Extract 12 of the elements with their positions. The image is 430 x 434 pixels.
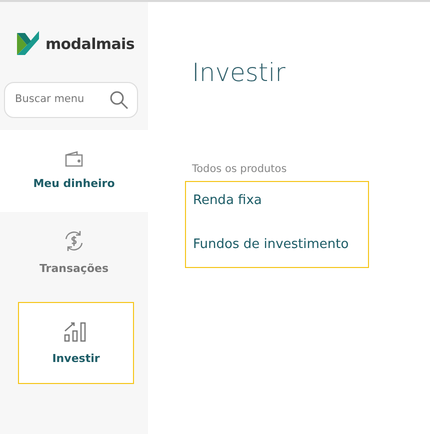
search-input[interactable]: Buscar menu (13, 91, 97, 109)
search-field[interactable]: Buscar menu (4, 82, 138, 118)
product-link[interactable]: Fundos de investimento (193, 235, 368, 256)
product-link[interactable]: Renda fixa (193, 191, 368, 212)
menu-item[interactable]: Transações (0, 212, 148, 294)
section-label: Todos os produtos (192, 162, 288, 176)
menu-item[interactable]: Investir (18, 302, 134, 384)
logo-text: modalmais (45, 34, 135, 55)
wallet-icon (64, 150, 84, 168)
page-title: Investir (192, 57, 286, 89)
search-icon (109, 90, 129, 110)
menu-item[interactable]: Meu dinheiro (0, 130, 148, 212)
